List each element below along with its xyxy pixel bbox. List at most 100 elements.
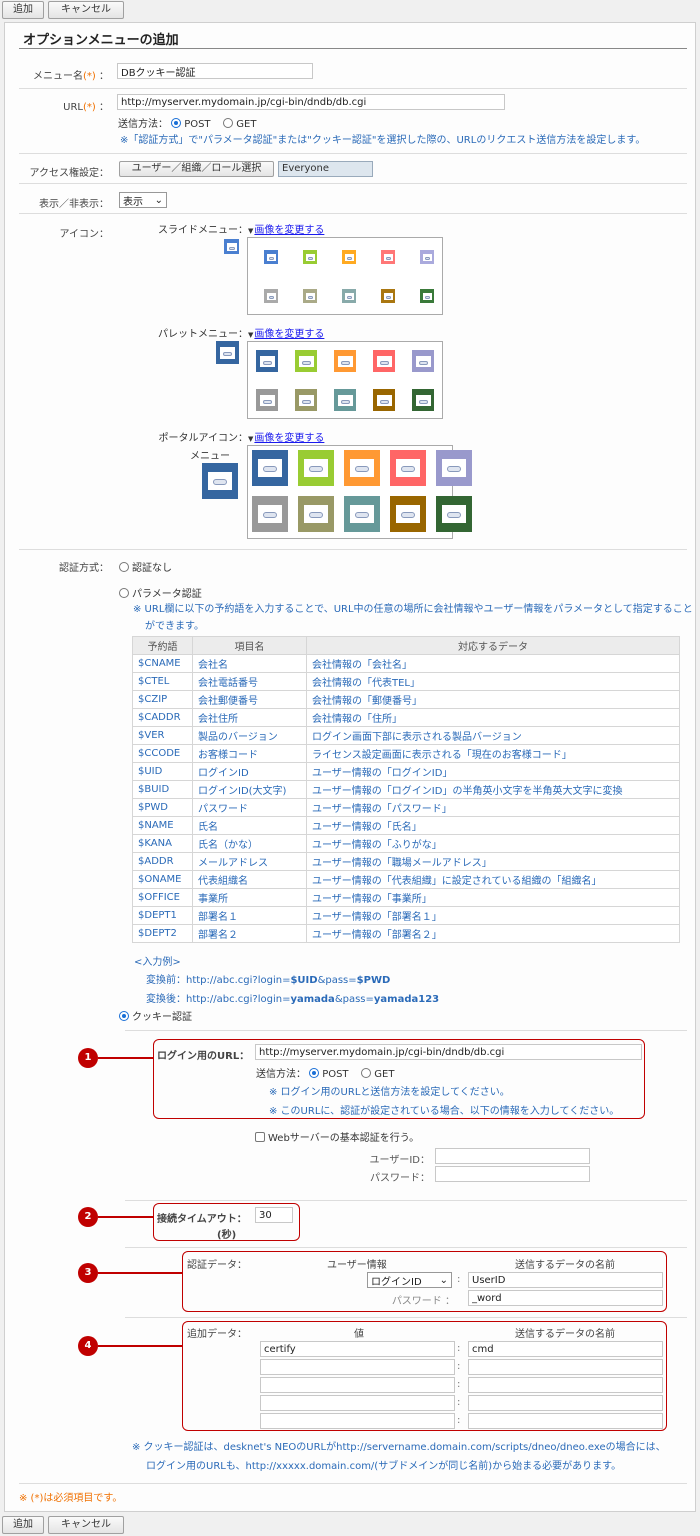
slide-option-icon[interactable]: [420, 250, 434, 264]
portal-option-icon[interactable]: [390, 496, 426, 532]
change-image-link[interactable]: 画像を変更する: [254, 225, 324, 236]
portal-option-icon[interactable]: [344, 496, 380, 532]
palette-option-icon[interactable]: [334, 389, 356, 411]
url-input[interactable]: [117, 94, 505, 110]
link-chain-icon: [223, 352, 232, 356]
colon-separator: :: [457, 1397, 461, 1408]
url-method-post-radio[interactable]: [171, 118, 182, 128]
portal-option-icon[interactable]: [390, 450, 426, 486]
window-icon: [377, 395, 392, 406]
window-icon: [220, 347, 235, 359]
table-cell: 会社情報の「代表TEL」: [306, 672, 680, 691]
basic-userid-input[interactable]: [435, 1148, 590, 1164]
palette-change-link[interactable]: ▼画像を変更する: [248, 325, 324, 340]
extra-value-input[interactable]: [260, 1359, 455, 1375]
cancel-button[interactable]: キャンセル: [48, 1516, 124, 1534]
table-cell: $CZIP: [132, 690, 193, 709]
menu-name-input[interactable]: [117, 63, 313, 79]
slide-option-icon[interactable]: [342, 250, 356, 264]
url-method-get-radio[interactable]: [223, 118, 234, 128]
login-method-post-radio[interactable]: [309, 1068, 320, 1078]
palette-option-icon[interactable]: [256, 350, 278, 372]
visibility-select[interactable]: 表示 ⌄: [119, 192, 167, 208]
portal-option-icon[interactable]: [436, 496, 472, 532]
extra-name-input[interactable]: [468, 1395, 663, 1411]
portal-option-icon[interactable]: [252, 496, 288, 532]
extra-name-input[interactable]: [468, 1341, 663, 1357]
slide-change-link[interactable]: ▼画像を変更する: [248, 221, 324, 236]
slide-option-icon[interactable]: [381, 250, 395, 264]
link-chain-icon: [263, 400, 272, 404]
login-method-get-radio[interactable]: [361, 1068, 372, 1078]
table-cell: $ADDR: [132, 852, 193, 871]
table-cell: ユーザー情報の「ログインID」: [306, 762, 680, 781]
extra-value-input[interactable]: [260, 1413, 455, 1429]
timeout-unit: (秒): [217, 1230, 237, 1241]
access-value: Everyone: [278, 161, 373, 177]
add-button[interactable]: 追加: [2, 1516, 44, 1534]
slide-option-icon[interactable]: [264, 250, 278, 264]
extra-value-input[interactable]: [260, 1341, 455, 1357]
auth-cookie-radio[interactable]: [119, 1011, 129, 1021]
auth-cookie-option[interactable]: クッキー認証: [119, 1008, 192, 1023]
palette-option-icon[interactable]: [373, 350, 395, 372]
extra-value-input[interactable]: [260, 1395, 455, 1411]
change-image-link[interactable]: 画像を変更する: [254, 329, 324, 340]
portal-option-icon[interactable]: [298, 496, 334, 532]
extra-value-input[interactable]: [260, 1377, 455, 1393]
link-chain-icon: [213, 479, 227, 485]
change-image-link[interactable]: 画像を変更する: [254, 433, 324, 444]
authdata-name2-input[interactable]: [468, 1290, 663, 1306]
method-label: 送信方法：: [256, 1069, 306, 1080]
portal-option-icon[interactable]: [436, 450, 472, 486]
palette-option-icon[interactable]: [412, 350, 434, 372]
userid-label: ユーザーID：: [369, 1155, 430, 1166]
slide-option-icon[interactable]: [342, 289, 356, 303]
link-chain-icon: [425, 296, 430, 299]
link-chain-icon: [447, 512, 461, 518]
visibility-label: 表示／非表示：: [39, 199, 109, 210]
extra-name-input[interactable]: [468, 1377, 663, 1393]
auth-param-option[interactable]: パラメータ認証: [119, 585, 202, 600]
slide-option-icon[interactable]: [420, 289, 434, 303]
palette-option-icon[interactable]: [334, 350, 356, 372]
user-org-role-select-button[interactable]: ユーザー／組織／ロール選択: [119, 161, 274, 177]
table-row: $CZIP 会社郵便番号 会社情報の「郵便番号」: [132, 690, 680, 709]
table-cell: $UID: [132, 762, 193, 781]
portal-option-icon[interactable]: [298, 450, 334, 486]
slide-option-icon[interactable]: [264, 289, 278, 303]
url-method-row: 送信方法： POST GET: [118, 115, 256, 130]
example-text: 変換後：http://abc.cgi?login=: [146, 994, 291, 1005]
table-row: $CTEL 会社電話番号 会社情報の「代表TEL」: [132, 672, 680, 691]
basic-auth-checkbox[interactable]: [255, 1132, 265, 1142]
authdata-name1-input[interactable]: [468, 1272, 663, 1288]
portal-change-link[interactable]: ▼画像を変更する: [248, 429, 324, 444]
slide-option-icon[interactable]: [381, 289, 395, 303]
auth-param-radio[interactable]: [119, 588, 129, 598]
login-url-input[interactable]: [255, 1044, 642, 1060]
add-button[interactable]: 追加: [2, 1, 44, 19]
extra-name-input[interactable]: [468, 1359, 663, 1375]
palette-option-icon[interactable]: [412, 389, 434, 411]
slide-option-icon[interactable]: [303, 289, 317, 303]
palette-option-icon[interactable]: [256, 389, 278, 411]
auth-none-option[interactable]: 認証なし: [119, 559, 172, 574]
authdata-user-select[interactable]: ログインID ⌄: [367, 1272, 452, 1288]
palette-option-icon[interactable]: [373, 389, 395, 411]
table-row: $CCODE お客様コード ライセンス設定画面に表示される「現在のお客様コード」: [132, 744, 680, 763]
basic-password-input[interactable]: [435, 1166, 590, 1182]
auth-none-radio[interactable]: [119, 562, 129, 572]
slide-option-icon[interactable]: [303, 250, 317, 264]
portal-option-icon[interactable]: [344, 450, 380, 486]
table-cell: パスワード: [192, 798, 307, 817]
basic-auth-option[interactable]: Webサーバーの基本認証を行う。: [255, 1129, 419, 1144]
cancel-button[interactable]: キャンセル: [48, 1, 124, 19]
required-mark: (*): [83, 71, 96, 82]
palette-option-icon[interactable]: [295, 389, 317, 411]
palette-option-icon[interactable]: [295, 350, 317, 372]
portal-option-icon[interactable]: [252, 450, 288, 486]
timeout-input[interactable]: [255, 1207, 293, 1223]
extra-name-input[interactable]: [468, 1413, 663, 1429]
param-note: ※ URL欄に以下の予約語を入力することで、URL中の任意の場所に会社情報やユー…: [133, 604, 693, 632]
window-icon: [304, 505, 328, 523]
